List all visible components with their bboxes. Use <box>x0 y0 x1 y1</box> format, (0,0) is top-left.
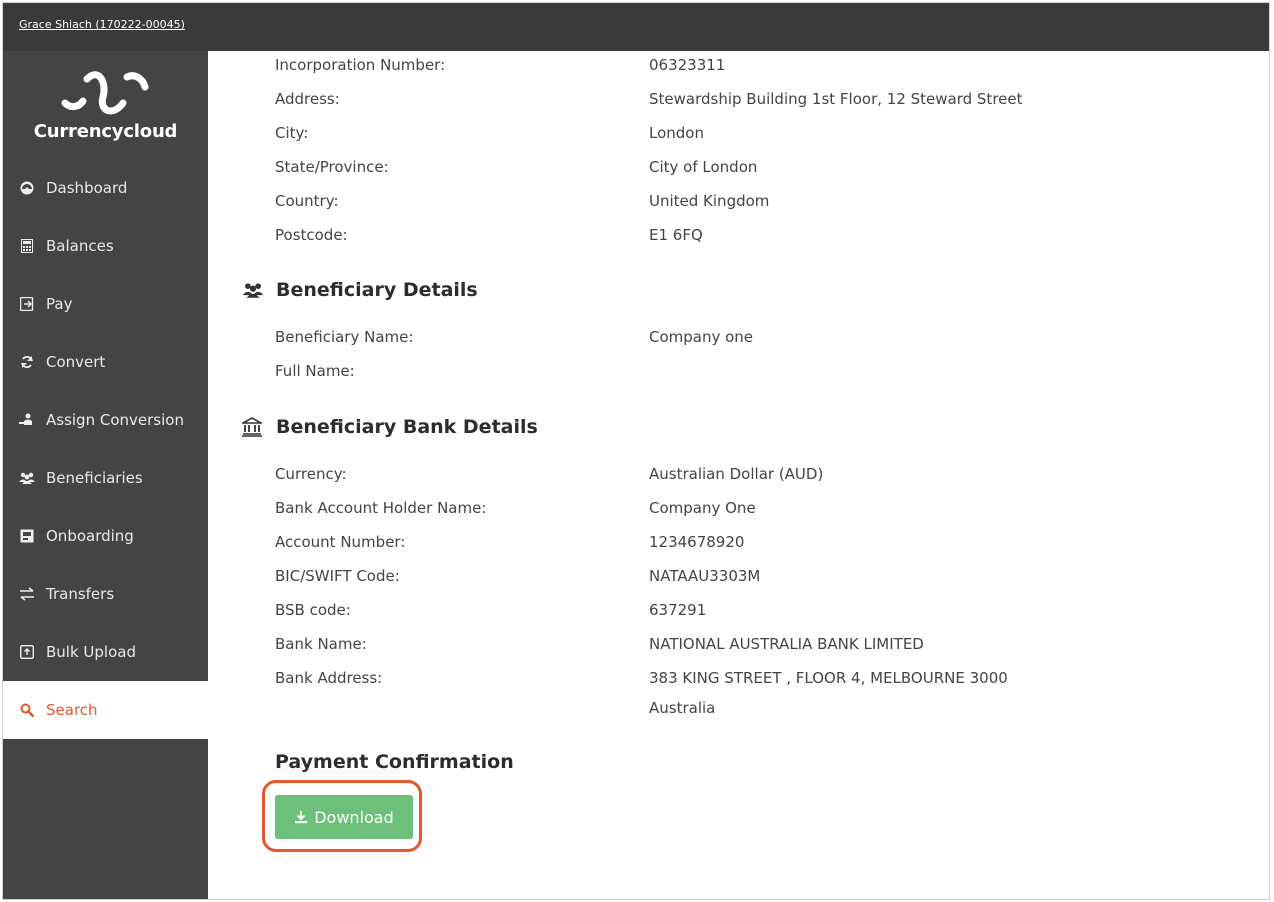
detail-row: Country: United Kingdom <box>275 192 1269 212</box>
sidebar-item-assign-conversion[interactable]: Assign Conversion <box>3 391 208 449</box>
detail-label: City: <box>275 124 309 142</box>
sidebar-nav: Dashboard Balances Pay Convert Assign Co… <box>3 159 208 739</box>
sidebar-item-pay[interactable]: Pay <box>3 275 208 333</box>
detail-label: Postcode: <box>275 226 348 244</box>
detail-row: City: London <box>275 124 1269 144</box>
sidebar-item-dashboard[interactable]: Dashboard <box>3 159 208 217</box>
detail-row: Address: Stewardship Building 1st Floor,… <box>275 90 1269 110</box>
detail-label: Incorporation Number: <box>275 56 446 74</box>
sidebar-item-search[interactable]: Search <box>3 681 208 739</box>
download-button-label: Download <box>314 807 394 827</box>
brand-logo[interactable]: Currencycloud <box>3 51 208 161</box>
app-window: Grace Shiach (170222-00045) Currencyclou… <box>2 2 1270 900</box>
detail-value: Australian Dollar (AUD) <box>649 465 824 483</box>
detail-value: London <box>649 124 704 142</box>
detail-value: Stewardship Building 1st Floor, 12 Stewa… <box>649 90 1023 108</box>
detail-value: Company One <box>649 499 756 517</box>
users-icon <box>242 280 266 300</box>
detail-value: NATAAU3303M <box>649 567 761 585</box>
beneficiary-details-heading: Beneficiary Details <box>242 279 478 301</box>
sidebar-item-onboarding[interactable]: Onboarding <box>3 507 208 565</box>
sidebar-item-label: Beneficiaries <box>46 469 143 487</box>
user-account-link[interactable]: Grace Shiach (170222-00045) <box>19 18 185 31</box>
detail-value: E1 6FQ <box>649 226 703 244</box>
sidebar-item-label: Transfers <box>46 585 115 603</box>
detail-row-continuation: Australia <box>275 699 1269 719</box>
sidebar-item-label: Assign Conversion <box>46 411 184 429</box>
download-button[interactable]: Download <box>275 795 413 839</box>
detail-row: Full Name: <box>275 362 1269 382</box>
detail-label: BIC/SWIFT Code: <box>275 567 400 585</box>
detail-value: NATIONAL AUSTRALIA BANK LIMITED <box>649 635 924 653</box>
detail-row: Incorporation Number: 06323311 <box>275 56 1269 76</box>
assign-icon <box>19 412 35 428</box>
detail-row: Beneficiary Name: Company one <box>275 328 1269 348</box>
sidebar: Currencycloud Dashboard Balances Pay Con… <box>3 51 208 899</box>
detail-row: Bank Account Holder Name: Company One <box>275 499 1269 519</box>
brand-name: Currencycloud <box>33 121 178 142</box>
currencycloud-logo-icon <box>61 71 149 115</box>
detail-value: 383 KING STREET , FLOOR 4, MELBOURNE 300… <box>649 669 1008 687</box>
dashboard-icon <box>19 180 35 196</box>
detail-row: Postcode: E1 6FQ <box>275 226 1269 246</box>
detail-row: BSB code: 637291 <box>275 601 1269 621</box>
main-content: Incorporation Number: 06323311 Address: … <box>208 51 1269 899</box>
detail-label: Bank Address: <box>275 669 383 687</box>
section-title: Beneficiary Details <box>276 279 478 301</box>
users-icon <box>19 470 35 486</box>
bank-icon <box>242 417 266 437</box>
detail-value: City of London <box>649 158 758 176</box>
detail-value: 637291 <box>649 601 707 619</box>
top-bar: Grace Shiach (170222-00045) <box>3 3 1269 51</box>
sidebar-item-label: Pay <box>46 295 73 313</box>
detail-row: BIC/SWIFT Code: NATAAU3303M <box>275 567 1269 587</box>
detail-label: Full Name: <box>275 362 355 380</box>
sidebar-item-label: Balances <box>46 237 114 255</box>
detail-value: 1234678920 <box>649 533 745 551</box>
upload-icon <box>19 644 35 660</box>
pay-icon <box>19 296 35 312</box>
detail-value: United Kingdom <box>649 192 770 210</box>
detail-row: State/Province: City of London <box>275 158 1269 178</box>
sidebar-item-label: Onboarding <box>46 527 134 545</box>
sidebar-item-label: Bulk Upload <box>46 643 136 661</box>
sidebar-item-transfers[interactable]: Transfers <box>3 565 208 623</box>
calculator-icon <box>19 238 35 254</box>
sidebar-item-label: Dashboard <box>46 179 128 197</box>
detail-label: Bank Account Holder Name: <box>275 499 487 517</box>
detail-label: Country: <box>275 192 339 210</box>
detail-label: Bank Name: <box>275 635 367 653</box>
detail-row: Bank Address: 383 KING STREET , FLOOR 4,… <box>275 669 1269 689</box>
download-icon <box>294 810 308 824</box>
section-title: Beneficiary Bank Details <box>276 416 538 438</box>
sidebar-item-bulk-upload[interactable]: Bulk Upload <box>3 623 208 681</box>
detail-value: 06323311 <box>649 56 726 74</box>
search-icon <box>19 702 35 718</box>
detail-label: State/Province: <box>275 158 389 176</box>
detail-label: Beneficiary Name: <box>275 328 414 346</box>
detail-row: Currency: Australian Dollar (AUD) <box>275 465 1269 485</box>
transfer-arrows-icon <box>19 586 35 602</box>
onboarding-icon <box>19 528 35 544</box>
detail-row: Account Number: 1234678920 <box>275 533 1269 553</box>
detail-label: BSB code: <box>275 601 351 619</box>
detail-value: Australia <box>649 699 716 717</box>
sidebar-item-label: Convert <box>46 353 106 371</box>
detail-label: Account Number: <box>275 533 406 551</box>
detail-label: Address: <box>275 90 340 108</box>
detail-row: Bank Name: NATIONAL AUSTRALIA BANK LIMIT… <box>275 635 1269 655</box>
bank-details-heading: Beneficiary Bank Details <box>242 416 538 438</box>
refresh-icon <box>19 354 35 370</box>
sidebar-item-beneficiaries[interactable]: Beneficiaries <box>3 449 208 507</box>
sidebar-item-balances[interactable]: Balances <box>3 217 208 275</box>
detail-value: Company one <box>649 328 754 346</box>
sidebar-item-convert[interactable]: Convert <box>3 333 208 391</box>
payment-confirmation-heading: Payment Confirmation <box>275 751 514 773</box>
sidebar-item-label: Search <box>46 701 98 719</box>
detail-label: Currency: <box>275 465 347 483</box>
